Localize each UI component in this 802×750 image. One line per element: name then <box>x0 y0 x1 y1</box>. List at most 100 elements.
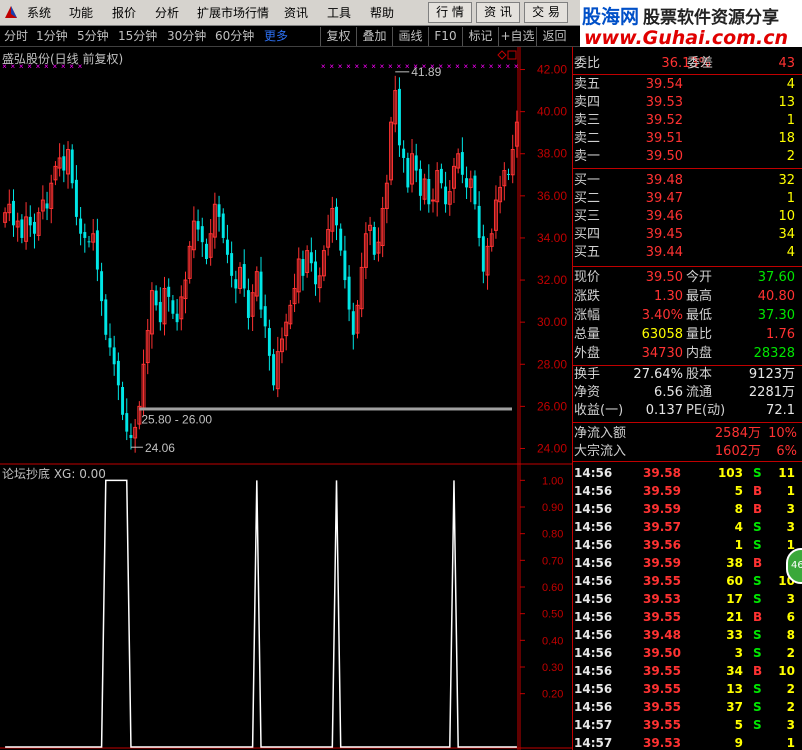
tick-side: S <box>753 682 762 696</box>
tick-count: 1 <box>786 484 795 498</box>
tick-price: 39.59 <box>643 484 681 498</box>
tick-side: B <box>753 502 763 516</box>
tick-volume: 5 <box>734 484 743 498</box>
chart-area[interactable]: 42.00 40.00 38.00 36.00 34.00 32.00 30.00 28.00… <box>0 47 572 750</box>
ask-level-label: 卖一 <box>574 149 601 164</box>
candle-body <box>104 299 108 335</box>
bid-level-label: 买五 <box>574 245 601 260</box>
tick-side: S <box>753 538 762 552</box>
fundamental-value: 0.137 <box>645 403 683 418</box>
candle-body <box>45 203 49 209</box>
period-5min[interactable]: 5分钟 <box>77 29 109 44</box>
signal-marker: × <box>396 62 401 71</box>
stat-label: 外盘 <box>574 346 601 361</box>
bid-level-row: 买一 39.48 32 <box>573 172 802 190</box>
menu-extended-market[interactable]: 扩展市场行情 <box>197 5 269 21</box>
signal-marker: × <box>438 62 443 71</box>
tick-row: 14:56 39.53 17 S 3 <box>573 590 802 608</box>
candle-body <box>20 219 24 238</box>
money-flow-percent: 10% <box>768 426 797 441</box>
tick-time: 14:56 <box>574 664 613 678</box>
tick-volume: 33 <box>726 628 743 642</box>
signal-marker: × <box>329 62 334 71</box>
tab-news[interactable]: 资 讯 <box>476 2 520 23</box>
overlay-button[interactable]: 叠加 <box>356 27 392 46</box>
period-15min[interactable]: 15分钟 <box>118 29 157 44</box>
tick-row: 14:56 39.55 37 S 2 <box>573 698 802 716</box>
ask-price: 39.52 <box>645 113 683 128</box>
candle-body <box>507 173 510 175</box>
stat-label: 量比 <box>686 327 713 342</box>
ask-price: 39.53 <box>645 95 683 110</box>
adjust-button[interactable]: 复权 <box>320 27 356 46</box>
tick-side: S <box>753 628 762 642</box>
fundamental-label: 流通 <box>686 385 713 400</box>
ask-level-label: 卖四 <box>574 95 601 110</box>
tick-price: 39.58 <box>643 466 681 480</box>
candle-body <box>167 286 171 297</box>
bid-level-label: 买二 <box>574 191 601 206</box>
y-tick-label: 0.80 <box>542 529 563 541</box>
fundamental-value: 9123万 <box>748 367 795 382</box>
back-button[interactable]: 返回 <box>536 27 572 46</box>
app-logo-icon <box>5 6 17 18</box>
candle-body <box>246 290 250 318</box>
tick-row: 14:56 39.59 8 B 3 <box>573 500 802 518</box>
tick-volume: 3 <box>734 646 743 660</box>
y-tick-label: 1.00 <box>542 475 563 487</box>
period-60min[interactable]: 60分钟 <box>215 29 254 44</box>
signal-marker: × <box>422 62 427 71</box>
signal-marker: × <box>413 62 418 71</box>
menu-tools[interactable]: 工具 <box>327 5 351 21</box>
tab-trade[interactable]: 交 易 <box>524 2 568 23</box>
site-watermark-logo: 股海网 股票软件资源分享 www.Guhai.com.cn <box>580 0 802 50</box>
kline-chart[interactable]: 42.00 40.00 38.00 36.00 34.00 32.00 30.00 28.00… <box>0 47 572 750</box>
period-more[interactable]: 更多 <box>264 29 288 44</box>
tick-side: B <box>753 664 763 678</box>
tick-time: 14:56 <box>574 538 613 552</box>
menu-quote[interactable]: 报价 <box>112 5 136 21</box>
candle-body <box>242 264 246 289</box>
candle-body <box>339 228 343 251</box>
ask-volume: 13 <box>778 95 795 110</box>
site-url: www.Guhai.com.cn <box>584 27 788 49</box>
stat-label: 最高 <box>686 289 713 304</box>
tick-count: 2 <box>786 682 795 696</box>
tick-count: 10 <box>778 664 795 678</box>
period-intraday[interactable]: 分时 <box>4 29 28 44</box>
stat-row: 涨跌 1.30 最高 40.80 <box>573 288 802 306</box>
money-flow-label: 大宗流入 <box>574 444 627 459</box>
bid-level-row: 买三 39.46 10 <box>573 208 802 226</box>
period-30min[interactable]: 30分钟 <box>167 29 206 44</box>
tab-quotes[interactable]: 行 情 <box>428 2 472 23</box>
tick-count: 2 <box>786 700 795 714</box>
tick-side: S <box>753 718 762 732</box>
tick-count: 6 <box>786 610 795 624</box>
add-watchlist-button[interactable]: +自选 <box>498 27 536 46</box>
mark-button[interactable]: 标记 <box>462 27 498 46</box>
candle-body <box>372 227 376 255</box>
y-tick-label: 0.90 <box>542 502 563 514</box>
divider <box>573 266 802 267</box>
tick-count: 8 <box>786 628 795 642</box>
f10-button[interactable]: F10 <box>428 27 462 46</box>
y-tick-label: 0.20 <box>542 689 563 701</box>
candle-body <box>335 206 338 226</box>
menu-function[interactable]: 功能 <box>69 5 93 21</box>
tick-time: 14:57 <box>574 736 613 750</box>
draw-line-button[interactable]: 画线 <box>392 27 428 46</box>
tick-count: 3 <box>786 592 795 606</box>
menu-analysis[interactable]: 分析 <box>155 5 179 21</box>
menu-news[interactable]: 资讯 <box>284 5 308 21</box>
tick-time: 14:56 <box>574 484 613 498</box>
stat-label: 今开 <box>686 270 713 285</box>
signal-marker: × <box>371 62 376 71</box>
period-1min[interactable]: 1分钟 <box>36 29 68 44</box>
bid-price: 39.46 <box>645 209 683 224</box>
tick-row: 14:56 39.55 60 S 10 <box>573 572 802 590</box>
period-toolbar: 分时 1分钟 5分钟 15分钟 30分钟 60分钟 更多 复权 叠加 画线 F1… <box>0 26 580 47</box>
menu-system[interactable]: 系统 <box>27 5 51 21</box>
menu-help[interactable]: 帮助 <box>370 5 394 21</box>
candle-body <box>259 271 263 310</box>
candle-body <box>460 152 464 175</box>
